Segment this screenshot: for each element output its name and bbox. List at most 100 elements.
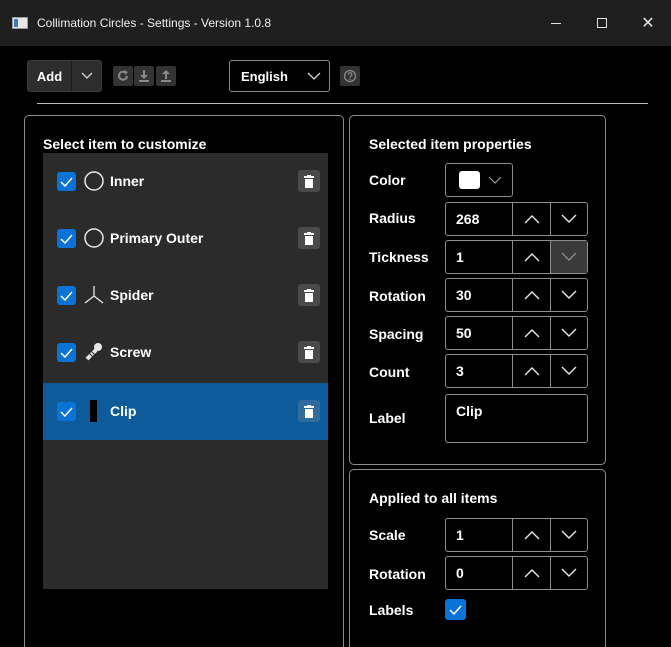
close-button[interactable]: ✕: [625, 0, 671, 46]
checkmark-icon: [449, 605, 462, 615]
language-value: English: [241, 68, 288, 84]
global-rotation-increment-button[interactable]: [512, 557, 550, 589]
item-label: Screw: [110, 344, 152, 360]
chevron-down-icon: [561, 214, 577, 223]
radius-decrement-button[interactable]: [550, 203, 587, 235]
delete-button[interactable]: [298, 170, 320, 192]
scale-input[interactable]: 1: [456, 527, 464, 543]
count-increment-button[interactable]: [512, 355, 550, 387]
global-rotation-label: Rotation: [369, 566, 426, 582]
add-button[interactable]: Add: [28, 61, 72, 91]
list-item-primary-outer[interactable]: Primary Outer: [43, 210, 328, 267]
chevron-up-icon: [524, 291, 539, 300]
trash-icon: [304, 345, 314, 359]
radius-input[interactable]: 268: [456, 211, 479, 227]
chevron-down-icon: [561, 568, 577, 577]
rotation-stepper: 30: [445, 278, 588, 312]
trash-icon: [304, 231, 314, 245]
labels-label: Labels: [369, 602, 414, 618]
chevron-down-icon: [488, 176, 502, 184]
color-swatch: [459, 171, 480, 189]
item-enabled-checkbox[interactable]: [57, 343, 76, 362]
scale-label: Scale: [369, 527, 406, 543]
chevron-up-icon: [524, 367, 539, 376]
rotation-label: Rotation: [369, 288, 426, 304]
item-enabled-checkbox[interactable]: [57, 229, 76, 248]
toolbar: Add English: [0, 46, 671, 108]
label-text-field[interactable]: Clip: [445, 394, 588, 443]
chevron-down-icon: [561, 530, 577, 539]
count-input[interactable]: 3: [456, 363, 464, 379]
upload-button[interactable]: [156, 66, 176, 86]
color-picker[interactable]: [445, 163, 513, 197]
spacing-input[interactable]: 50: [456, 325, 472, 341]
checkmark-icon: [60, 234, 73, 244]
global-rotation-decrement-button[interactable]: [550, 557, 587, 589]
refresh-icon: [118, 70, 128, 81]
rotation-decrement-button[interactable]: [550, 279, 587, 311]
add-dropdown-button[interactable]: [72, 61, 101, 91]
minimize-button[interactable]: [533, 0, 579, 46]
delete-button[interactable]: [298, 400, 320, 422]
count-stepper: 3: [445, 354, 588, 388]
scale-decrement-button[interactable]: [550, 519, 587, 551]
item-list-title: Select item to customize: [43, 136, 207, 152]
item-enabled-checkbox[interactable]: [57, 172, 76, 191]
refresh-button[interactable]: [113, 66, 133, 86]
help-button[interactable]: [340, 66, 360, 86]
clip-icon: [83, 400, 105, 422]
global-rotation-input[interactable]: 0: [456, 565, 464, 581]
checkmark-icon: [60, 291, 73, 301]
delete-button[interactable]: [298, 341, 320, 363]
item-enabled-checkbox[interactable]: [57, 286, 76, 305]
list-item-clip[interactable]: Clip: [43, 383, 328, 440]
radius-stepper: 268: [445, 202, 588, 236]
trash-icon: [304, 174, 314, 188]
list-item-spider[interactable]: Spider: [43, 267, 328, 324]
item-label: Spider: [110, 287, 154, 303]
title-bar: Collimation Circles - Settings - Version…: [0, 0, 671, 46]
checkmark-icon: [60, 348, 73, 358]
count-decrement-button[interactable]: [550, 355, 587, 387]
labels-checkbox[interactable]: [445, 599, 466, 620]
rotation-increment-button[interactable]: [512, 279, 550, 311]
add-split-button: Add: [27, 60, 102, 92]
spacing-increment-button[interactable]: [512, 317, 550, 349]
item-list-panel: Select item to customize Inner Primary O…: [24, 115, 344, 647]
item-label: Clip: [110, 403, 137, 419]
chevron-down-icon: [307, 72, 321, 80]
global-rotation-stepper: 0: [445, 556, 588, 590]
list-item-screw[interactable]: Screw: [43, 324, 328, 381]
item-label: Inner: [110, 173, 145, 189]
spacing-label: Spacing: [369, 326, 424, 342]
minimize-icon: [551, 22, 561, 24]
radius-increment-button[interactable]: [512, 203, 550, 235]
rotation-input[interactable]: 30: [456, 287, 472, 303]
list-item-inner[interactable]: Inner: [43, 153, 328, 210]
global-properties-panel: Applied to all items Scale 1 Rotation 0 …: [349, 469, 606, 647]
checkmark-icon: [60, 407, 73, 417]
item-enabled-checkbox[interactable]: [57, 402, 76, 421]
thickness-increment-button[interactable]: [512, 241, 550, 273]
label-value: Clip: [456, 403, 483, 419]
scale-increment-button[interactable]: [512, 519, 550, 551]
chevron-up-icon: [524, 215, 539, 224]
chevron-up-icon: [524, 569, 539, 578]
screw-icon: [83, 341, 105, 363]
toolbar-divider: [37, 103, 648, 104]
delete-button[interactable]: [298, 284, 320, 306]
thickness-input[interactable]: 1: [456, 249, 464, 265]
thickness-decrement-button[interactable]: [550, 241, 587, 273]
maximize-button[interactable]: [579, 0, 625, 46]
spacing-decrement-button[interactable]: [550, 317, 587, 349]
scale-stepper: 1: [445, 518, 588, 552]
chevron-down-icon: [561, 290, 577, 299]
trash-icon: [304, 288, 314, 302]
delete-button[interactable]: [298, 227, 320, 249]
thickness-label: Tickness: [369, 249, 429, 265]
chevron-down-icon: [81, 72, 92, 79]
item-properties-title: Selected item properties: [369, 136, 532, 152]
item-list: Inner Primary Outer Spider Screw Clip: [43, 153, 328, 589]
download-button[interactable]: [134, 66, 154, 86]
language-select[interactable]: English: [229, 60, 330, 92]
